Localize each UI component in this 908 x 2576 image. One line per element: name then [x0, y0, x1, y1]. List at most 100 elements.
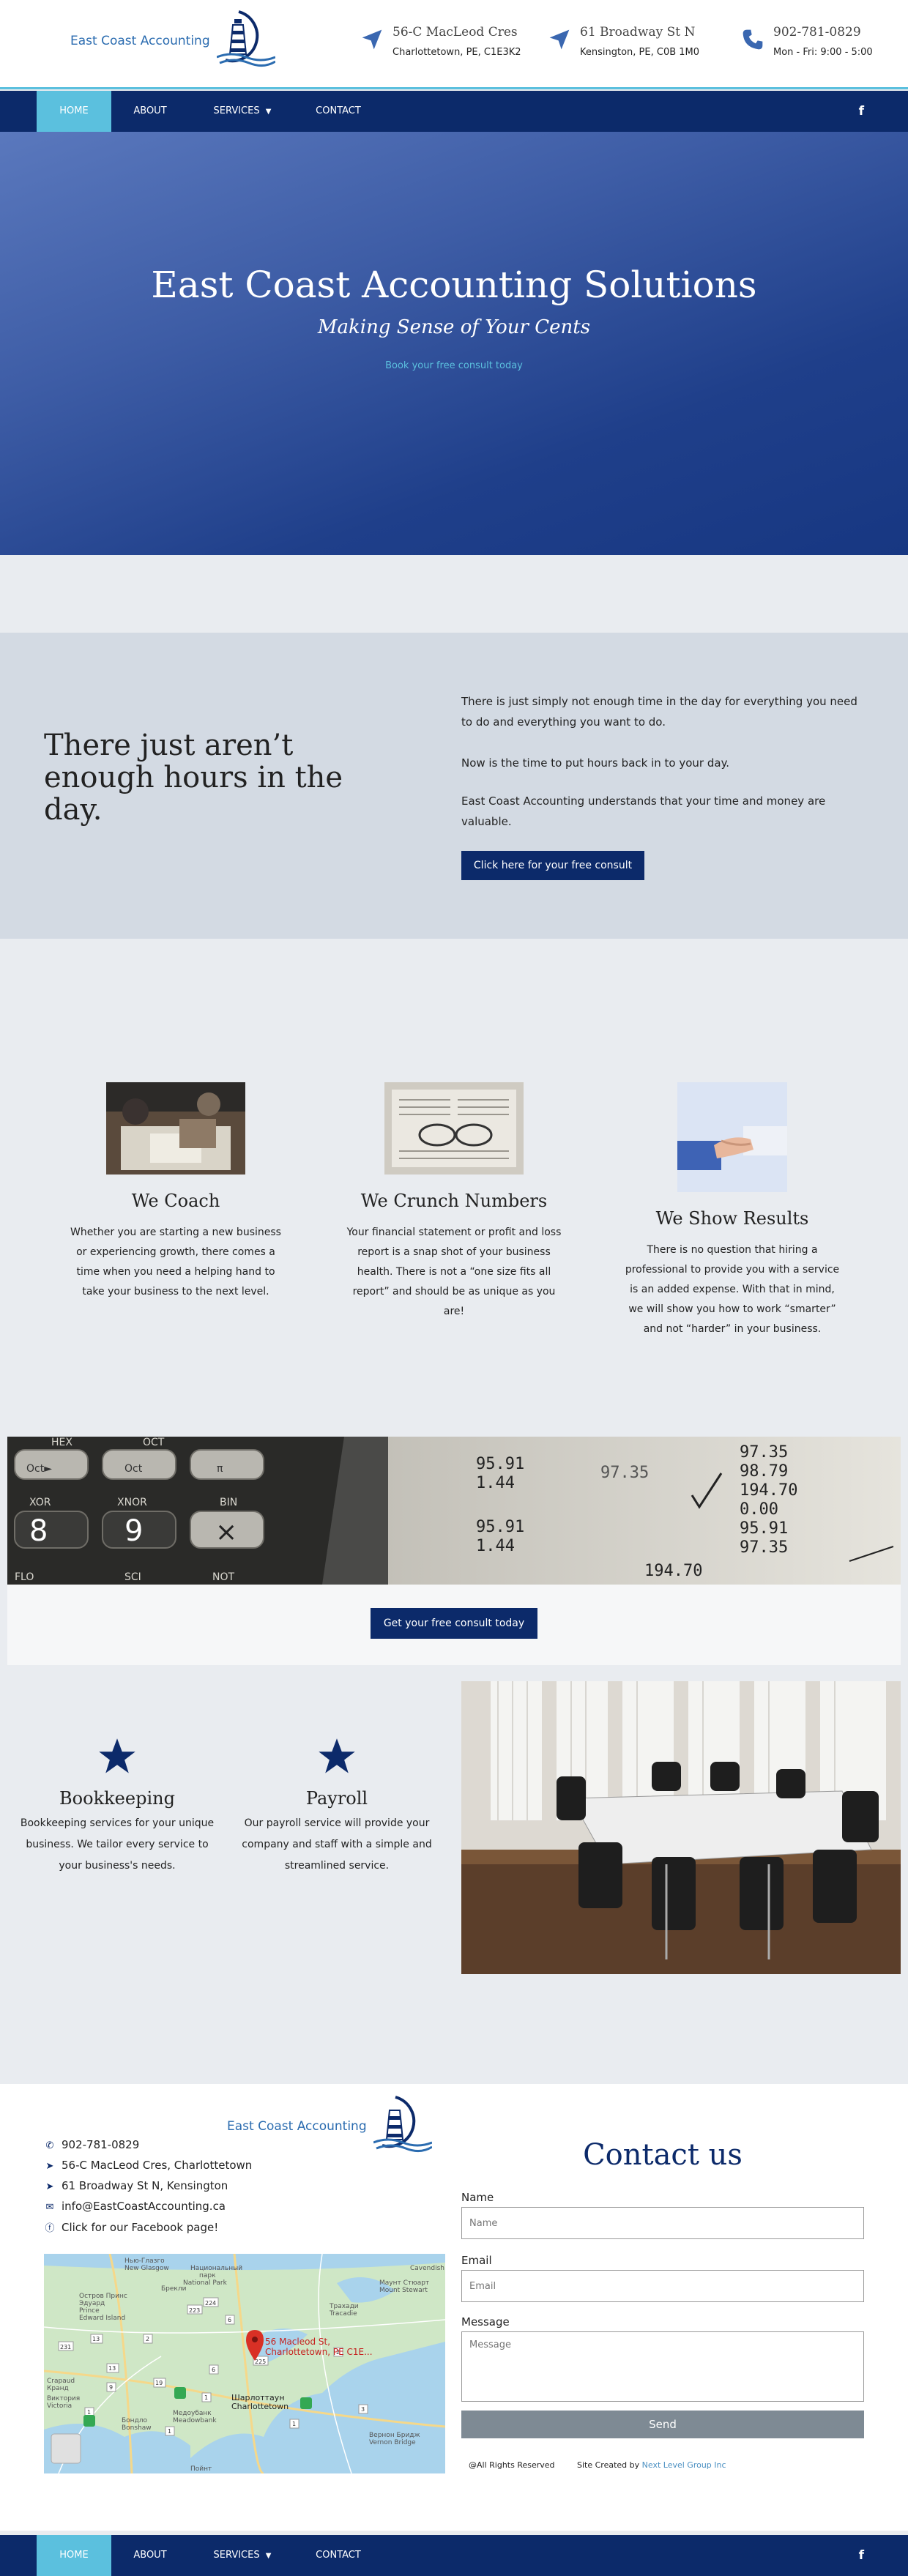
calc-key-label: HEX	[51, 1437, 72, 1448]
map-place-label: Vernon Bridge	[369, 2439, 416, 2446]
nav-services[interactable]: SERVICES ▼	[202, 91, 283, 132]
map-hospital-icon	[300, 2397, 312, 2409]
contact-email[interactable]: ✉ info@EastCoastAccounting.ca	[44, 2200, 226, 2213]
map-place-label: Трахади	[329, 2303, 359, 2310]
feature-coach-title: We Coach	[131, 1191, 220, 1211]
name-field[interactable]	[461, 2207, 864, 2239]
nav-home[interactable]: HOME	[37, 2535, 111, 2576]
footer-nav: HOME ABOUT SERVICES ▼ CONTACT f	[0, 2535, 908, 2576]
email-field[interactable]	[461, 2270, 864, 2302]
map-pin-label: Charlottetown, PE C1E...	[265, 2347, 373, 2357]
nav-home[interactable]: HOME	[37, 91, 111, 132]
star-icon	[319, 1738, 355, 1773]
star-icon	[99, 1738, 135, 1773]
contact-facebook-link[interactable]: ⓕ Click for our Facebook page!	[44, 2220, 218, 2234]
contact-section: East Coast Accounting ✆ 902-781-0829 ➤ 56-…	[0, 2084, 908, 2531]
map-road-label: 19	[155, 2380, 163, 2386]
ledger-number: 98.79	[740, 1462, 788, 1481]
map-place-label: Mount Stewart	[379, 2287, 428, 2294]
brand-logo[interactable]: East Coast Accounting	[70, 9, 275, 70]
feature-crunch-text: Your financial statement or profit and l…	[346, 1226, 562, 1317]
map-place-label: Нью-Глазго	[124, 2257, 165, 2265]
map-place-label: New Glasgow	[124, 2265, 169, 2272]
map-road-label: 6	[228, 2317, 231, 2323]
feature-crunch: We Crunch Numbers Your financial stateme…	[337, 1082, 571, 1322]
map-layers-control	[51, 2433, 81, 2464]
contact-title: Contact us	[583, 2138, 743, 2172]
map-road-label: 9	[109, 2384, 113, 2391]
nav-about[interactable]: ABOUT	[124, 91, 176, 132]
location-arrow-icon	[549, 29, 570, 50]
location-arrow-icon	[362, 29, 382, 50]
location-arrow-icon: ➤	[45, 2161, 54, 2172]
service-payroll-text: Our payroll service will provide your co…	[242, 1817, 432, 1872]
credit-link[interactable]: Next Level Group Inc	[642, 2460, 726, 2470]
nav-about[interactable]: ABOUT	[124, 2535, 176, 2576]
footer-logo[interactable]: East Coast Accounting	[227, 2094, 432, 2156]
map-place-label: Бондло	[122, 2417, 148, 2424]
email-label: Email	[461, 2254, 492, 2267]
service-bookkeeping-text: Bookkeeping services for your unique bus…	[20, 1817, 215, 1872]
service-bookkeeping: Bookkeeping Bookkeeping services for you…	[15, 1737, 220, 1877]
nav-contact[interactable]: CONTACT	[308, 2535, 369, 2576]
message-field[interactable]	[461, 2331, 864, 2402]
get-consult-button[interactable]: Get your free consult today	[371, 1608, 537, 1639]
hero-title: East Coast Accounting Solutions	[151, 264, 757, 306]
hero-banner: East Coast Accounting Solutions Making S…	[0, 132, 908, 555]
nav-services[interactable]: SERVICES ▼	[202, 2535, 283, 2576]
map-road-label: 1	[168, 2428, 171, 2435]
send-button[interactable]: Send	[461, 2411, 864, 2438]
location-map[interactable]: Нью-Глазго New Glasgow Национальный парк…	[44, 2254, 445, 2473]
nav-contact[interactable]: CONTACT	[308, 91, 369, 132]
free-consult-button[interactable]: Click here for your free consult	[461, 851, 644, 880]
phone-icon: ✆	[45, 2140, 54, 2151]
feature-coach: We Coach Whether you are starting a new …	[59, 1082, 293, 1302]
calc-key-label: SCI	[124, 1571, 141, 1583]
nav-services-label: SERVICES	[213, 105, 260, 116]
ledger-number: 95.91	[476, 1518, 524, 1536]
contact-phone[interactable]: ✆ 902-781-0829	[44, 2138, 140, 2151]
hero-subtitle: Making Sense of Your Cents	[317, 316, 591, 338]
map-place-label: Edward Island	[79, 2315, 125, 2322]
top-header: East Coast Accounting 56-C MacLeod Cres …	[0, 0, 908, 89]
nav-services-label: SERVICES	[213, 2550, 260, 2561]
brand-name: East Coast Accounting	[227, 2119, 367, 2134]
facebook-icon[interactable]: f	[859, 91, 864, 132]
map-hospital-icon	[83, 2415, 95, 2427]
map-hospital-icon	[174, 2387, 186, 2399]
map-place-label: Crapaud	[47, 2378, 75, 2385]
map-road-label: 1	[87, 2409, 91, 2416]
coaching-photo	[106, 1082, 245, 1175]
map-road-label: 2	[146, 2336, 149, 2342]
map-place-label: Брекли	[161, 2285, 187, 2293]
calc-key-label: NOT	[212, 1571, 234, 1583]
ledger-number: 194.70	[644, 1562, 702, 1580]
map-place-label: Cavendish	[410, 2265, 444, 2272]
map-place-label: Кранд	[47, 2385, 69, 2392]
calc-key-label: Oct►	[26, 1463, 52, 1475]
feature-results-title: We Show Results	[655, 1208, 809, 1229]
map-road-label: 1	[292, 2421, 296, 2427]
calc-key-label: ×	[215, 1517, 237, 1547]
ledger-number: 194.70	[740, 1481, 797, 1500]
envelope-icon: ✉	[45, 2202, 54, 2213]
ledger-number: 95.91	[740, 1519, 788, 1538]
ledger-number: 1.44	[476, 1537, 515, 1555]
hours-section: There just aren’t enough hours in the da…	[0, 633, 908, 939]
map-place-label: Bonshaw	[122, 2424, 152, 2432]
map-road-label: 6	[212, 2367, 215, 2373]
location-arrow-icon: ➤	[45, 2181, 54, 2192]
ledger-number: 0.00	[740, 1500, 778, 1519]
map-pin-label: 56 Macleod St,	[265, 2337, 330, 2347]
feature-crunch-title: We Crunch Numbers	[360, 1191, 548, 1211]
map-place-label: парк	[199, 2272, 216, 2279]
calc-key-label: π	[217, 1463, 223, 1475]
map-road-label: 223	[189, 2307, 200, 2314]
map-place-label: Виктория	[47, 2395, 80, 2402]
facebook-icon[interactable]: f	[859, 2535, 864, 2576]
caret-down-icon: ▼	[265, 108, 272, 116]
brand-name: East Coast Accounting	[70, 34, 210, 48]
map-place-label: Национальный	[190, 2265, 242, 2272]
service-payroll-title: Payroll	[305, 1788, 368, 1809]
hero-consult-link[interactable]: Book your free consult today	[0, 360, 908, 371]
